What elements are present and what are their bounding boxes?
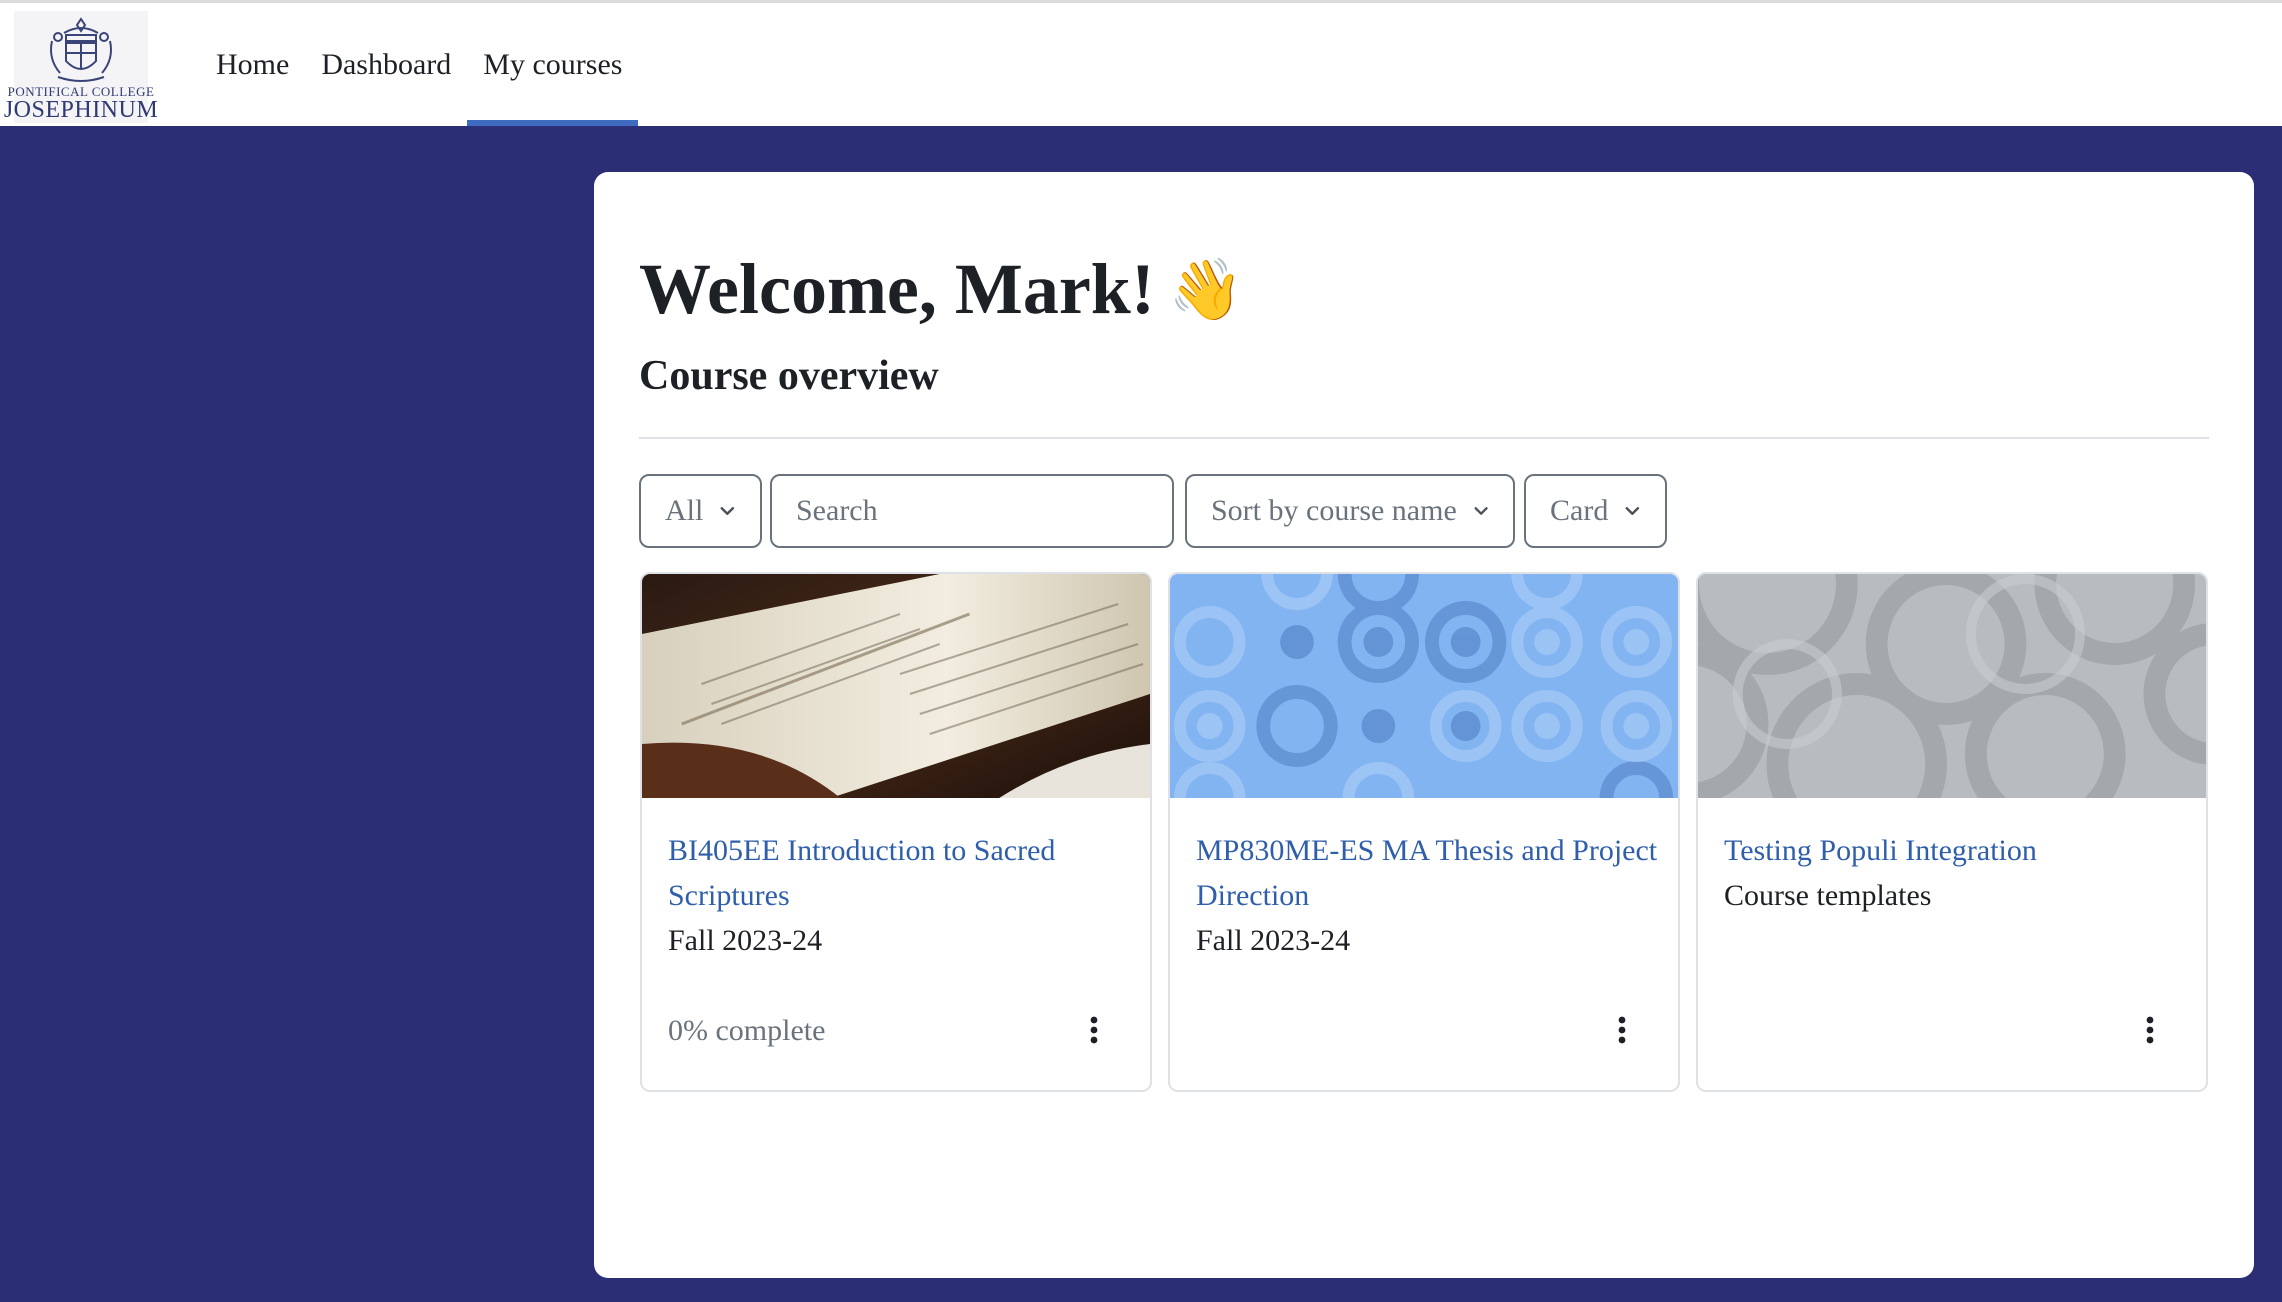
chevron-down-icon [720,507,735,515]
course-image[interactable] [1698,574,2206,798]
course-card: Testing Populi Integration Course templa… [1696,572,2208,1092]
sort-value: Sort by course name [1211,494,1457,527]
site-logo[interactable]: PONTIFICAL COLLEGE JOSEPHINUM [4,11,158,123]
welcome-heading: Welcome, Mark! 👋 [639,248,1244,331]
course-card: BI405EE Introduction to Sacred Scripture… [640,572,1152,1092]
course-card: MP830ME-ES MA Thesis and Project Directi… [1168,572,1680,1092]
chevron-down-icon [1474,507,1488,515]
view-value: Card [1550,494,1609,527]
course-image[interactable] [642,574,1150,798]
course-title-link[interactable]: MP830ME-ES MA Thesis and Project Directi… [1196,828,1658,918]
course-category: Fall 2023-24 [668,924,823,957]
course-image[interactable] [1170,574,1678,798]
grouping-dropdown[interactable]: All [639,474,762,548]
nav-my-courses[interactable]: My courses [467,3,639,126]
course-title-link[interactable]: Testing Populi Integration [1724,828,2186,873]
crest-icon [50,17,112,82]
grouping-value: All [665,494,704,527]
course-progress: 0% complete [668,1014,826,1047]
main-content: Welcome, Mark! 👋 Course overview All Sor… [594,172,2254,1278]
course-category: Fall 2023-24 [1196,924,1351,957]
view-dropdown[interactable]: Card [1524,474,1667,548]
nav-dashboard[interactable]: Dashboard [305,3,467,126]
section-title: Course overview [639,353,939,399]
course-actions-menu-icon[interactable] [2132,1010,2168,1050]
welcome-text: Welcome, Mark! [639,249,1155,329]
chevron-down-icon [1625,507,1640,515]
search-field[interactable] [770,474,1174,548]
top-navbar: PONTIFICAL COLLEGE JOSEPHINUM Home Dashb… [0,0,2282,126]
sort-dropdown[interactable]: Sort by course name [1185,474,1515,548]
logo-title: JOSEPHINUM [3,97,159,123]
search-input[interactable] [772,476,1172,546]
course-actions-menu-icon[interactable] [1076,1010,1112,1050]
course-category: Course templates [1724,879,1932,912]
primary-nav: Home Dashboard My courses [200,3,639,126]
divider [639,437,2209,439]
course-title-link[interactable]: BI405EE Introduction to Sacred Scripture… [668,828,1130,918]
course-actions-menu-icon[interactable] [1604,1010,1640,1050]
nav-home[interactable]: Home [200,3,305,126]
waving-hand-icon: 👋 [1168,257,1244,323]
